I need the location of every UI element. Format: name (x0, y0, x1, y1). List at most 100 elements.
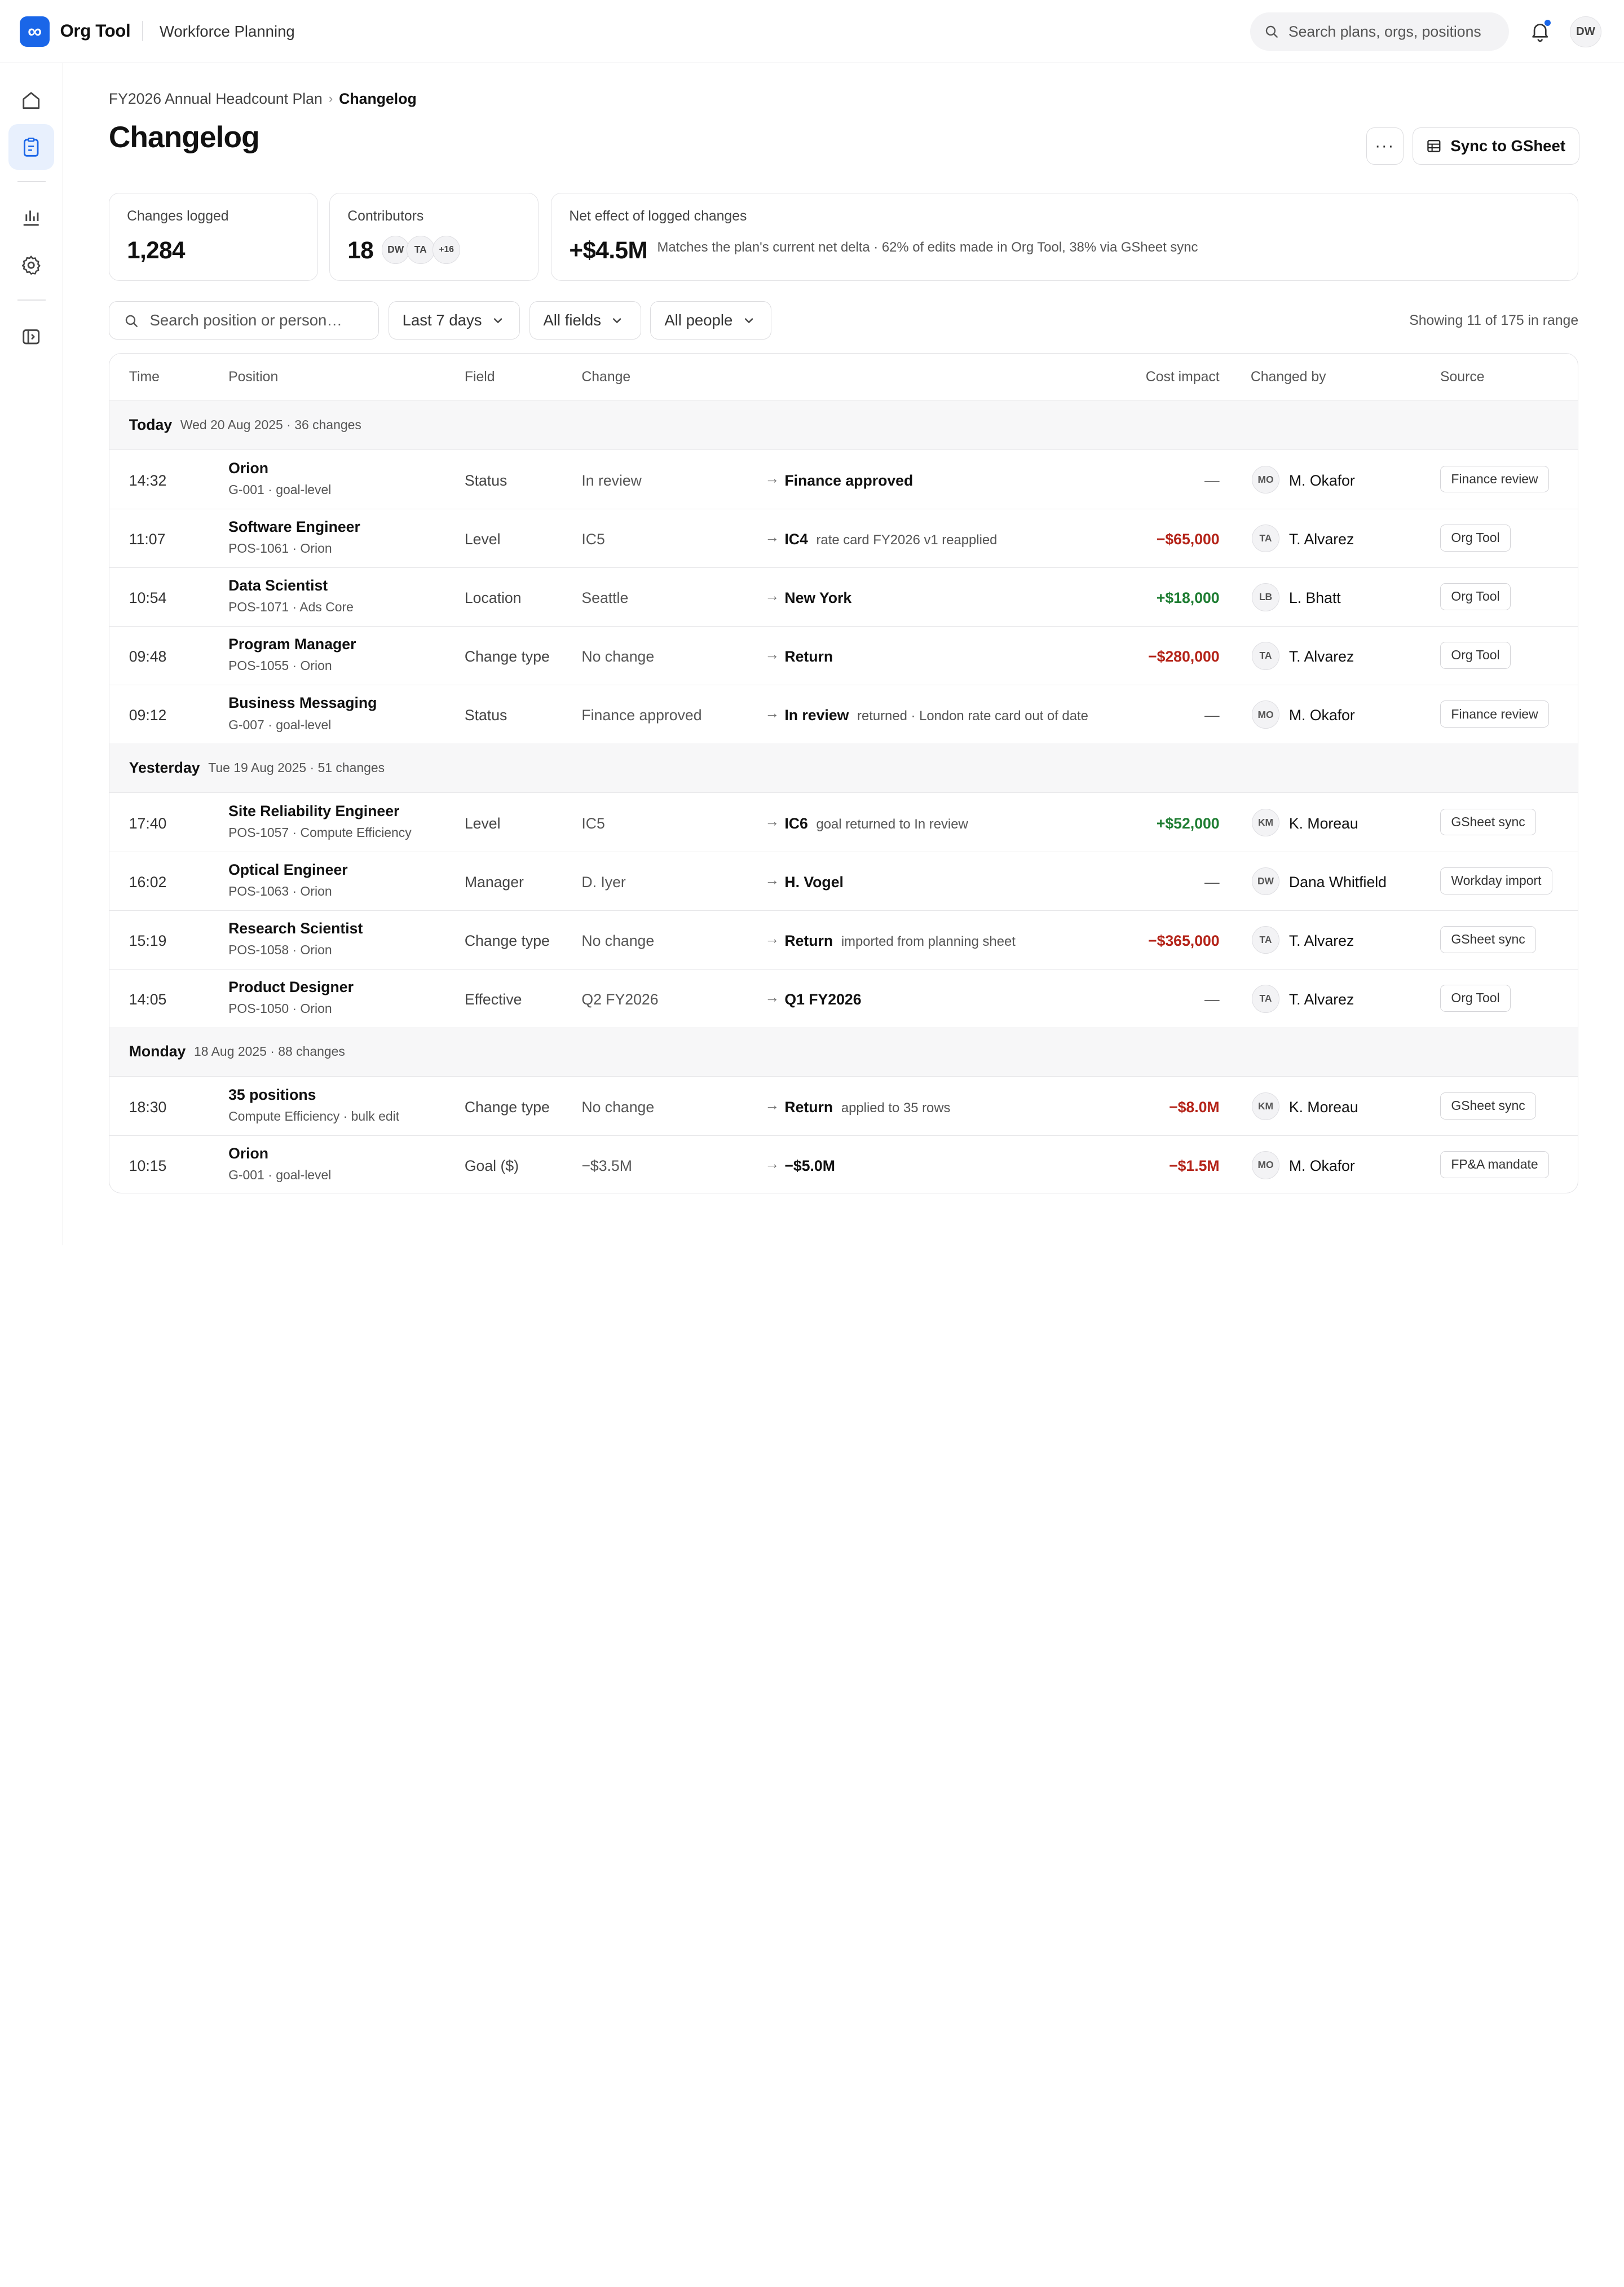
column-header-change[interactable]: Change (581, 369, 630, 385)
row-old-value: D. Iyer (581, 873, 626, 891)
stat-value: 18 (347, 236, 374, 263)
user-avatar[interactable]: DW (1570, 16, 1601, 48)
changed-by-name[interactable]: Dana Whitfield (1289, 874, 1387, 891)
source-badge: Org Tool (1440, 583, 1511, 610)
more-contributors-badge[interactable]: +16 (432, 235, 461, 264)
row-time: 10:15 (129, 1157, 167, 1175)
row-position-link[interactable]: 35 positions (228, 1086, 316, 1104)
row-cost-impact: −$280,000 (1148, 648, 1220, 666)
changed-by-name[interactable]: M. Okafor (1289, 472, 1355, 490)
changed-by-avatar: KM (1251, 808, 1280, 837)
table-row[interactable]: 09:12 Business Messaging G-007 · goal-leve… (109, 685, 1578, 744)
table-row[interactable]: 14:32 Orion G-001 · goal-level Status In rev… (109, 450, 1578, 509)
sidebar-toggle-icon (23, 329, 39, 345)
row-position-link[interactable]: Research Scientist (228, 920, 363, 937)
row-position-meta: G-001 · goal-level (228, 1167, 332, 1183)
row-time: 09:12 (129, 707, 167, 724)
stat-label: Changes logged (127, 209, 229, 224)
row-cost-impact: −$1.5M (1169, 1157, 1220, 1175)
sidebar-collapse-button[interactable] (8, 314, 54, 360)
contributor-avatar[interactable]: TA (406, 235, 435, 264)
row-position-link[interactable]: Site Reliability Engineer (228, 803, 399, 820)
table-row[interactable]: 16:02 Optical Engineer POS-1063 · Orion Man… (109, 852, 1578, 911)
section-name[interactable]: Workforce Planning (160, 23, 295, 41)
column-header-position[interactable]: Position (228, 369, 278, 385)
new-value-text: −$5.0M (784, 1157, 835, 1175)
arrow-right-icon: → (765, 647, 780, 663)
people-filter-dropdown[interactable]: All people (650, 301, 772, 340)
new-value-text: Return (784, 1098, 833, 1116)
table-row[interactable]: 18:30 35 positions Compute Efficiency · bu… (109, 1077, 1578, 1136)
table-row[interactable]: 11:07 Software Engineer POS-1061 · Orion Le… (109, 509, 1578, 568)
row-position-meta: POS-1050 · Orion (228, 1001, 332, 1016)
global-search[interactable] (1250, 12, 1510, 51)
row-old-value: No change (581, 648, 655, 666)
row-position-link[interactable]: Orion (228, 1145, 268, 1162)
table-row[interactable]: 10:54 Data Scientist POS-1071 · Ads Core Lo… (109, 567, 1578, 627)
table-row[interactable]: 14:05 Product Designer POS-1050 · Orion Eff… (109, 969, 1578, 1029)
row-old-value: IC5 (581, 530, 605, 548)
row-position-link[interactable]: Product Designer (228, 979, 354, 996)
changed-by-name[interactable]: M. Okafor (1289, 1157, 1355, 1175)
row-position-link[interactable]: Data Scientist (228, 577, 328, 594)
row-new-value: −$5.0M (784, 1157, 835, 1175)
changed-by-name[interactable]: T. Alvarez (1289, 531, 1354, 548)
row-position-link[interactable]: Program Manager (228, 636, 356, 653)
changed-by-name[interactable]: T. Alvarez (1289, 648, 1354, 666)
changed-by-name[interactable]: L. Bhatt (1289, 589, 1341, 607)
row-position-meta: Compute Efficiency · bulk edit (228, 1109, 400, 1124)
changed-by-name[interactable]: K. Moreau (1289, 815, 1358, 832)
new-value-text: Return (784, 932, 833, 949)
stat-card-contributors: Contributors 18 DW TA +16 (329, 192, 539, 281)
changed-by-avatar: TA (1251, 985, 1280, 1013)
row-position-link[interactable]: Software Engineer (228, 518, 360, 536)
table-row[interactable]: 15:19 Research Scientist POS-1058 · Orion C… (109, 910, 1578, 970)
changed-by-name[interactable]: T. Alvarez (1289, 932, 1354, 950)
table-row[interactable]: 10:15 Orion G-001 · goal-level Goal ($) −$3.… (109, 1135, 1578, 1192)
sidebar-divider (17, 181, 46, 183)
changed-by-avatar: TA (1251, 642, 1280, 670)
contributor-avatar[interactable]: DW (381, 235, 410, 264)
arrow-right-icon: → (765, 872, 780, 888)
search-icon (126, 315, 138, 327)
changed-by-name[interactable]: M. Okafor (1289, 707, 1355, 724)
changelog-search-input[interactable] (149, 311, 357, 330)
day-group-meta: Tue 19 Aug 2025 · 51 changes (208, 760, 385, 775)
table-row[interactable]: 17:40 Site Reliability Engineer POS-1057 ·… (109, 793, 1578, 852)
chevron-down-icon (493, 318, 502, 324)
row-position-meta: G-007 · goal-level (228, 717, 332, 732)
column-header-source[interactable]: Source (1440, 369, 1485, 385)
breadcrumb: FY2026 Annual Headcount Plan › Changelog (109, 90, 417, 108)
dropdown-value: All people (664, 311, 733, 329)
column-header-changed-by[interactable]: Changed by (1251, 369, 1326, 385)
changed-by-avatar: LB (1251, 583, 1280, 611)
row-field: Manager (464, 873, 524, 891)
sidebar-item-reports[interactable] (8, 195, 54, 240)
column-header-cost-impact[interactable]: Cost impact (1146, 369, 1220, 385)
changelog-search[interactable] (108, 301, 379, 340)
row-position-link[interactable]: Business Messaging (228, 694, 377, 712)
more-options-button[interactable]: ··· (1366, 127, 1404, 165)
date-range-dropdown[interactable]: Last 7 days (388, 301, 520, 340)
field-filter-dropdown[interactable]: All fields (529, 301, 641, 340)
source-badge: Org Tool (1440, 524, 1511, 552)
row-time: 16:02 (129, 873, 167, 891)
table-row[interactable]: 09:48 Program Manager POS-1055 · Orion Chan… (109, 627, 1578, 686)
row-position-meta: POS-1057 · Compute Efficiency (228, 825, 412, 840)
sidebar-item-plans[interactable] (8, 124, 54, 170)
sidebar-item-settings[interactable] (8, 243, 54, 288)
changed-by-name[interactable]: K. Moreau (1289, 1099, 1358, 1116)
row-cost-impact: — (1204, 471, 1220, 489)
row-position-link[interactable]: Optical Engineer (228, 861, 348, 879)
sidebar-item-home[interactable] (8, 78, 54, 124)
row-position-link[interactable]: Orion (228, 460, 268, 477)
row-time: 10:54 (129, 589, 167, 606)
sync-to-gsheet-button[interactable]: Sync to GSheet (1413, 127, 1579, 165)
global-search-input[interactable] (1288, 23, 1496, 41)
row-field: Level (464, 814, 501, 832)
app-logo-icon[interactable]: ∞ (19, 16, 50, 47)
column-header-field[interactable]: Field (465, 369, 495, 385)
breadcrumb-parent-link[interactable]: FY2026 Annual Headcount Plan (109, 90, 323, 108)
changed-by-name[interactable]: T. Alvarez (1289, 991, 1354, 1008)
column-header-time[interactable]: Time (129, 369, 160, 385)
